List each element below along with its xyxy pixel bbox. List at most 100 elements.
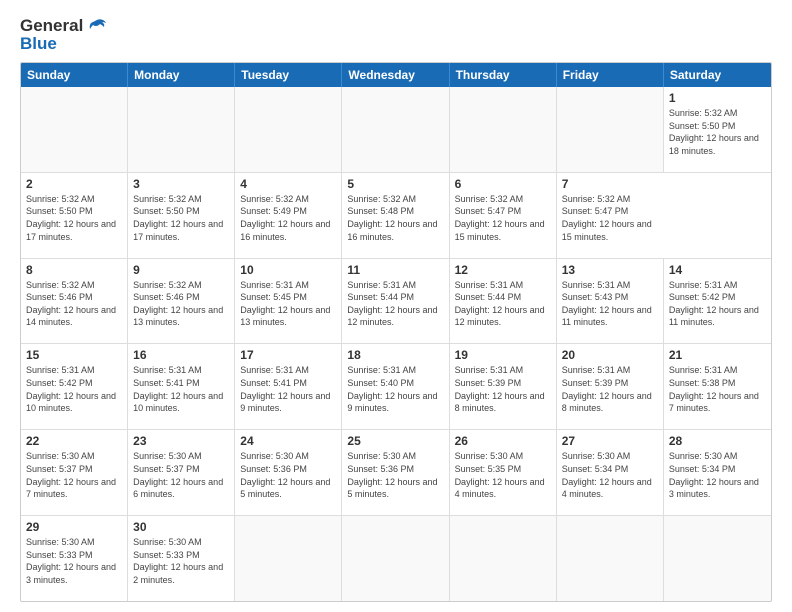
cell-info: Sunrise: 5:31 AM Sunset: 5:45 PM Dayligh… — [240, 279, 336, 329]
cell-info: Sunrise: 5:30 AM Sunset: 5:33 PM Dayligh… — [133, 536, 229, 586]
cal-header-saturday: Saturday — [664, 63, 771, 87]
day-number: 2 — [26, 177, 122, 191]
day-number: 19 — [455, 348, 551, 362]
cell-info: Sunrise: 5:30 AM Sunset: 5:35 PM Dayligh… — [455, 450, 551, 500]
cal-cell-empty — [450, 87, 557, 172]
cal-week-0: 1 Sunrise: 5:32 AM Sunset: 5:50 PM Daylig… — [21, 87, 771, 173]
day-number: 11 — [347, 263, 443, 277]
cal-cell-empty — [664, 516, 771, 601]
cal-header-wednesday: Wednesday — [342, 63, 449, 87]
cal-cell-10: 10 Sunrise: 5:31 AM Sunset: 5:45 PM Dayli… — [235, 259, 342, 344]
cal-header-sunday: Sunday — [21, 63, 128, 87]
cell-info: Sunrise: 5:32 AM Sunset: 5:49 PM Dayligh… — [240, 193, 336, 243]
cal-cell-empty — [557, 87, 664, 172]
calendar: SundayMondayTuesdayWednesdayThursdayFrid… — [20, 62, 772, 602]
cal-cell-1: 1 Sunrise: 5:32 AM Sunset: 5:50 PM Daylig… — [664, 87, 771, 172]
day-number: 24 — [240, 434, 336, 448]
day-number: 3 — [133, 177, 229, 191]
cal-cell-16: 16 Sunrise: 5:31 AM Sunset: 5:41 PM Dayli… — [128, 344, 235, 429]
cal-cell-30: 30 Sunrise: 5:30 AM Sunset: 5:33 PM Dayli… — [128, 516, 235, 601]
cal-cell-21: 21Sunrise: 5:31 AM Sunset: 5:38 PM Dayli… — [664, 344, 771, 429]
cal-cell-28: 28Sunrise: 5:30 AM Sunset: 5:34 PM Dayli… — [664, 430, 771, 515]
day-number: 18 — [347, 348, 443, 362]
cal-cell-23: 23Sunrise: 5:30 AM Sunset: 5:37 PM Dayli… — [128, 430, 235, 515]
cell-info: Sunrise: 5:31 AM Sunset: 5:41 PM Dayligh… — [133, 364, 229, 414]
cal-cell-6: 6 Sunrise: 5:32 AM Sunset: 5:47 PM Daylig… — [450, 173, 557, 258]
cell-info: Sunrise: 5:32 AM Sunset: 5:50 PM Dayligh… — [133, 193, 229, 243]
cell-info: Sunrise: 5:30 AM Sunset: 5:36 PM Dayligh… — [240, 450, 336, 500]
day-number: 8 — [26, 263, 122, 277]
cal-week-4: 22Sunrise: 5:30 AM Sunset: 5:37 PM Dayli… — [21, 430, 771, 516]
cal-cell-12: 12Sunrise: 5:31 AM Sunset: 5:44 PM Dayli… — [450, 259, 557, 344]
header: General Blue — [20, 16, 772, 54]
cell-info: Sunrise: 5:31 AM Sunset: 5:39 PM Dayligh… — [562, 364, 658, 414]
cal-cell-11: 11 Sunrise: 5:31 AM Sunset: 5:44 PM Dayli… — [342, 259, 449, 344]
day-number: 7 — [562, 177, 659, 191]
cal-cell-empty — [235, 516, 342, 601]
day-number: 16 — [133, 348, 229, 362]
day-number: 9 — [133, 263, 229, 277]
day-number: 14 — [669, 263, 766, 277]
day-number: 30 — [133, 520, 229, 534]
cell-info: Sunrise: 5:30 AM Sunset: 5:34 PM Dayligh… — [562, 450, 658, 500]
cal-cell-2: 2 Sunrise: 5:32 AM Sunset: 5:50 PM Daylig… — [21, 173, 128, 258]
day-number: 27 — [562, 434, 658, 448]
cell-info: Sunrise: 5:32 AM Sunset: 5:48 PM Dayligh… — [347, 193, 443, 243]
cell-info: Sunrise: 5:32 AM Sunset: 5:47 PM Dayligh… — [562, 193, 659, 243]
cal-cell-5: 5 Sunrise: 5:32 AM Sunset: 5:48 PM Daylig… — [342, 173, 449, 258]
calendar-body: 1 Sunrise: 5:32 AM Sunset: 5:50 PM Daylig… — [21, 87, 771, 601]
cal-cell-empty — [128, 87, 235, 172]
cell-info: Sunrise: 5:31 AM Sunset: 5:41 PM Dayligh… — [240, 364, 336, 414]
cell-info: Sunrise: 5:32 AM Sunset: 5:46 PM Dayligh… — [26, 279, 122, 329]
cell-info: Sunrise: 5:31 AM Sunset: 5:42 PM Dayligh… — [669, 279, 766, 329]
cell-info: Sunrise: 5:30 AM Sunset: 5:33 PM Dayligh… — [26, 536, 122, 586]
cal-header-monday: Monday — [128, 63, 235, 87]
day-number: 21 — [669, 348, 766, 362]
logo-bird-icon — [85, 18, 107, 34]
day-number: 10 — [240, 263, 336, 277]
cal-cell-29: 29 Sunrise: 5:30 AM Sunset: 5:33 PM Dayli… — [21, 516, 128, 601]
cal-cell-13: 13Sunrise: 5:31 AM Sunset: 5:43 PM Dayli… — [557, 259, 664, 344]
day-number: 20 — [562, 348, 658, 362]
logo: General Blue — [20, 16, 107, 54]
cell-info: Sunrise: 5:31 AM Sunset: 5:42 PM Dayligh… — [26, 364, 122, 414]
cell-info: Sunrise: 5:30 AM Sunset: 5:34 PM Dayligh… — [669, 450, 766, 500]
day-number: 6 — [455, 177, 551, 191]
logo-general-text: General — [20, 16, 83, 36]
cal-cell-empty — [235, 87, 342, 172]
cell-info: Sunrise: 5:31 AM Sunset: 5:44 PM Dayligh… — [347, 279, 443, 329]
calendar-header: SundayMondayTuesdayWednesdayThursdayFrid… — [21, 63, 771, 87]
cal-cell-empty — [342, 87, 449, 172]
day-number: 1 — [669, 91, 766, 105]
cal-cell-9: 9Sunrise: 5:32 AM Sunset: 5:46 PM Daylig… — [128, 259, 235, 344]
cell-info: Sunrise: 5:32 AM Sunset: 5:50 PM Dayligh… — [669, 107, 766, 157]
cal-week-5: 29 Sunrise: 5:30 AM Sunset: 5:33 PM Dayli… — [21, 516, 771, 601]
cal-cell-empty — [342, 516, 449, 601]
page: General Blue SundayMondayTuesdayWednesda… — [0, 0, 792, 612]
cal-cell-27: 27 Sunrise: 5:30 AM Sunset: 5:34 PM Dayli… — [557, 430, 664, 515]
day-number: 23 — [133, 434, 229, 448]
cal-cell-15: 15 Sunrise: 5:31 AM Sunset: 5:42 PM Dayli… — [21, 344, 128, 429]
cal-cell-18: 18 Sunrise: 5:31 AM Sunset: 5:40 PM Dayli… — [342, 344, 449, 429]
cal-cell-empty — [450, 516, 557, 601]
cal-week-1: 2 Sunrise: 5:32 AM Sunset: 5:50 PM Daylig… — [21, 173, 771, 259]
cell-info: Sunrise: 5:32 AM Sunset: 5:50 PM Dayligh… — [26, 193, 122, 243]
cal-cell-7: 7 Sunrise: 5:32 AM Sunset: 5:47 PM Daylig… — [557, 173, 664, 258]
cell-info: Sunrise: 5:31 AM Sunset: 5:40 PM Dayligh… — [347, 364, 443, 414]
day-number: 5 — [347, 177, 443, 191]
cell-info: Sunrise: 5:32 AM Sunset: 5:47 PM Dayligh… — [455, 193, 551, 243]
day-number: 12 — [455, 263, 551, 277]
cal-cell-26: 26Sunrise: 5:30 AM Sunset: 5:35 PM Dayli… — [450, 430, 557, 515]
cal-header-thursday: Thursday — [450, 63, 557, 87]
cal-cell-25: 25 Sunrise: 5:30 AM Sunset: 5:36 PM Dayli… — [342, 430, 449, 515]
cal-cell-22: 22Sunrise: 5:30 AM Sunset: 5:37 PM Dayli… — [21, 430, 128, 515]
day-number: 13 — [562, 263, 658, 277]
cal-cell-8: 8 Sunrise: 5:32 AM Sunset: 5:46 PM Daylig… — [21, 259, 128, 344]
day-number: 29 — [26, 520, 122, 534]
cal-cell-17: 17Sunrise: 5:31 AM Sunset: 5:41 PM Dayli… — [235, 344, 342, 429]
day-number: 15 — [26, 348, 122, 362]
cell-info: Sunrise: 5:30 AM Sunset: 5:36 PM Dayligh… — [347, 450, 443, 500]
logo-blue-text: Blue — [20, 34, 57, 54]
day-number: 25 — [347, 434, 443, 448]
cell-info: Sunrise: 5:30 AM Sunset: 5:37 PM Dayligh… — [26, 450, 122, 500]
